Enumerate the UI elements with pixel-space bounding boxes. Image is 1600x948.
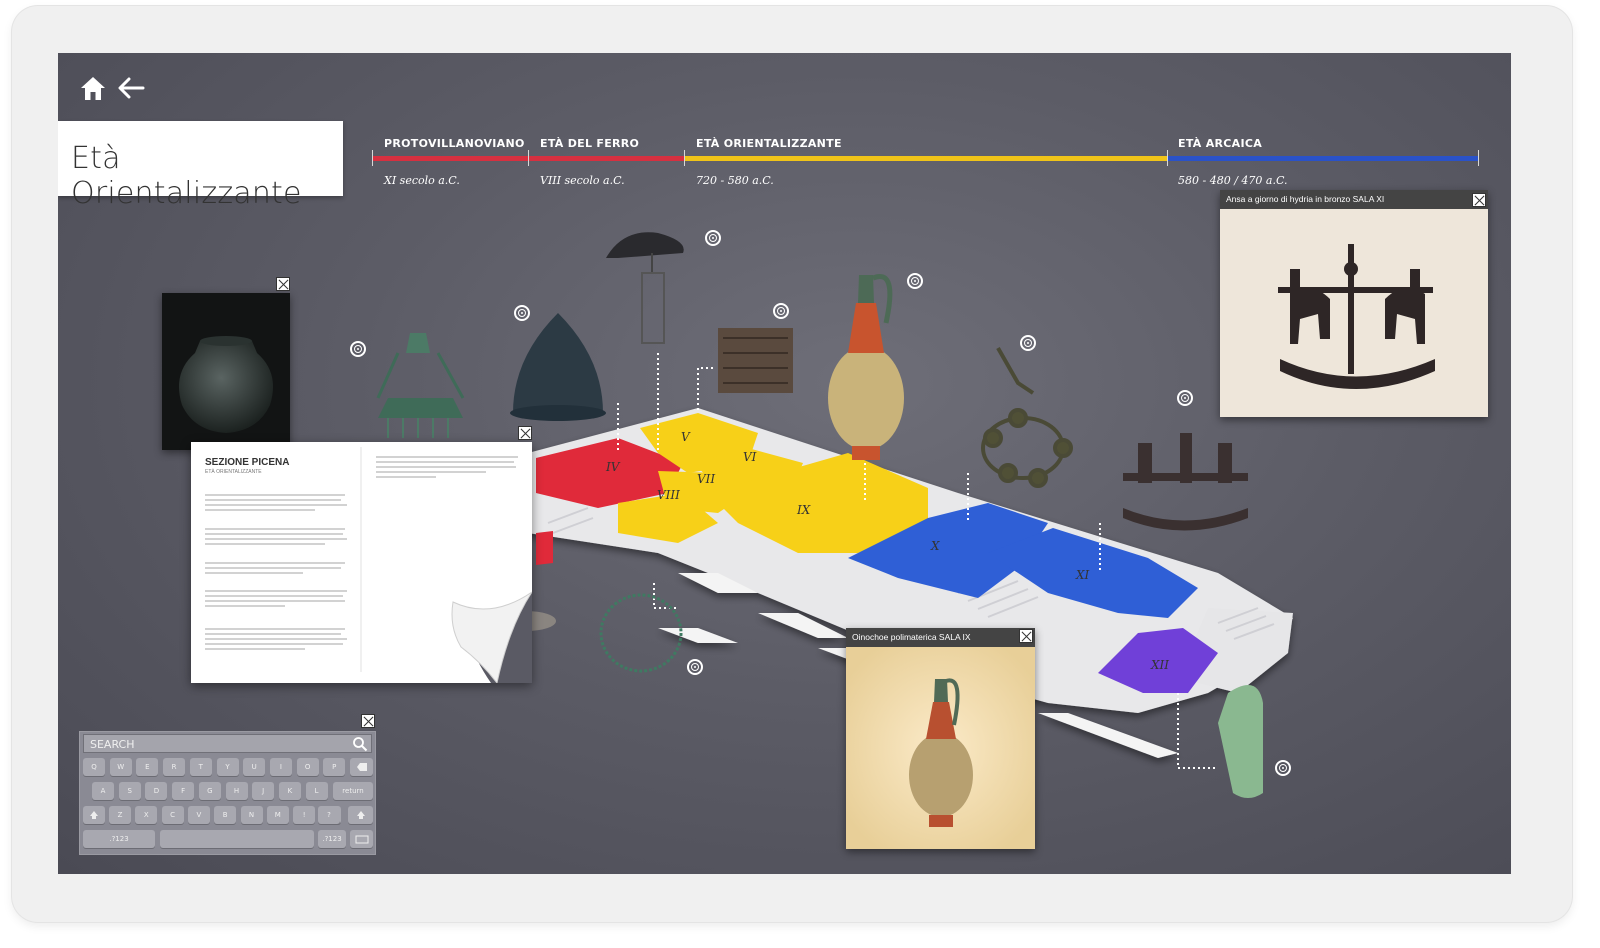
artifact-pendant-green[interactable] [376,333,465,438]
room-label: IX [796,503,811,517]
keyboard-key[interactable]: T [189,758,212,776]
room-label: V [681,430,691,444]
keyboard-key[interactable]: K [278,782,301,800]
keyboard-key[interactable]: D [145,782,168,800]
shift-icon [356,811,365,819]
search-placeholder: SEARCH [90,738,135,751]
close-icon[interactable] [518,426,532,440]
hotspot-target-icon[interactable] [350,341,366,357]
keyboard-key[interactable]: F [172,782,195,800]
room-label: XII [1150,658,1169,672]
hide-keyboard-key[interactable] [350,830,373,848]
space-bar[interactable] [160,830,314,848]
hydria-popup[interactable]: Ansa a giorno di hydria in bronzo SALA X… [1220,190,1488,417]
close-icon[interactable] [1472,193,1486,207]
onscreen-keyboard: SEARCH Q W E R T Y U I O P A S D F G H J K Lreturn Z X C V B N M!… [79,731,376,855]
close-icon[interactable] [1019,629,1033,643]
shift-icon [90,811,98,819]
return-key[interactable]: return [333,782,373,800]
hotspot-target-icon[interactable] [1275,760,1291,776]
artifact-helmet[interactable] [510,313,606,421]
artifact-ring-pendant[interactable] [981,347,1073,488]
numbers-key[interactable]: .?123 [83,830,155,848]
popup-caption: Ansa a giorno di hydria in bronzo SALA X… [1220,190,1488,209]
keyboard-key[interactable]: I [269,758,292,776]
hotspot-target-icon[interactable] [687,659,703,675]
keyboard-key[interactable]: O [296,758,319,776]
shift-key[interactable] [83,806,105,824]
keyboard-key[interactable]: N [240,806,263,824]
keyboard-key[interactable]: ? [318,806,340,824]
backspace-key[interactable] [350,758,373,776]
keyboard-key[interactable]: R [163,758,186,776]
keyboard-key[interactable]: H [225,782,248,800]
document-body-text [205,447,532,683]
artifact-hydria-handle[interactable] [1123,433,1248,531]
shift-key[interactable] [348,806,373,824]
keyboard-key[interactable]: J [252,782,275,800]
keyboard-key[interactable]: W [109,758,132,776]
numbers-key[interactable]: .?123 [318,830,346,848]
hotspot-target-icon[interactable] [1020,335,1036,351]
artifact-stone-slab[interactable] [1218,685,1263,798]
hotspot-target-icon[interactable] [514,305,530,321]
artifact-oinochoe[interactable] [828,274,904,460]
room-label: VII [697,472,715,486]
hotspot-target-icon[interactable] [1177,390,1193,406]
keyboard-key[interactable]: Y [216,758,239,776]
keyboard-key[interactable]: E [136,758,159,776]
backspace-icon [356,763,367,771]
close-icon[interactable] [361,714,375,728]
artifact-fibula[interactable] [606,232,684,344]
keyboard-key[interactable]: U [243,758,266,776]
keyboard-key[interactable]: X [135,806,158,824]
popup-caption: Oinochoe polimaterica SALA IX [846,628,1035,647]
artifact-bronze-plate[interactable] [718,328,793,393]
artifact-necklace[interactable] [599,593,683,673]
vase-photo [162,293,290,450]
keyboard-icon [355,835,368,844]
keyboard-key[interactable]: C [161,806,184,824]
room-label: XI [1075,568,1090,582]
room-label: VI [743,450,757,464]
keyboard-key[interactable]: B [214,806,237,824]
vase-thumbnail-card[interactable] [162,293,290,450]
keyboard-key[interactable]: M [266,806,289,824]
close-icon[interactable] [276,277,290,291]
hydria-photo [1220,209,1488,417]
keyboard-key[interactable]: Z [109,806,131,824]
keyboard-key[interactable]: S [118,782,141,800]
hotspot-target-icon[interactable] [705,230,721,246]
kiosk-screen: Età Orientalizzante PROTOVILLANOVIANO ET… [58,53,1511,874]
room-label: IV [605,460,621,474]
keyboard-key[interactable]: ! [293,806,316,824]
hotspot-target-icon[interactable] [773,303,789,319]
keyboard-key[interactable]: V [187,806,210,824]
sezione-picena-document[interactable]: SEZIONE PICENA ETÀ ORIENTALIZZANTE [191,442,532,683]
search-input[interactable]: SEARCH [83,734,372,753]
keyboard-key[interactable]: L [305,782,328,800]
keyboard-key[interactable]: Q [83,758,105,776]
room-label: VIII [657,488,680,502]
keyboard-key[interactable]: A [92,782,114,800]
oinochoe-popup[interactable]: Oinochoe polimaterica SALA IX [846,628,1035,849]
keyboard-key[interactable]: G [198,782,221,800]
keyboard-key[interactable]: P [323,758,346,776]
oinochoe-photo [846,647,1035,849]
hotspot-target-icon[interactable] [907,273,923,289]
room-label: X [930,539,940,553]
search-icon[interactable] [352,736,368,752]
